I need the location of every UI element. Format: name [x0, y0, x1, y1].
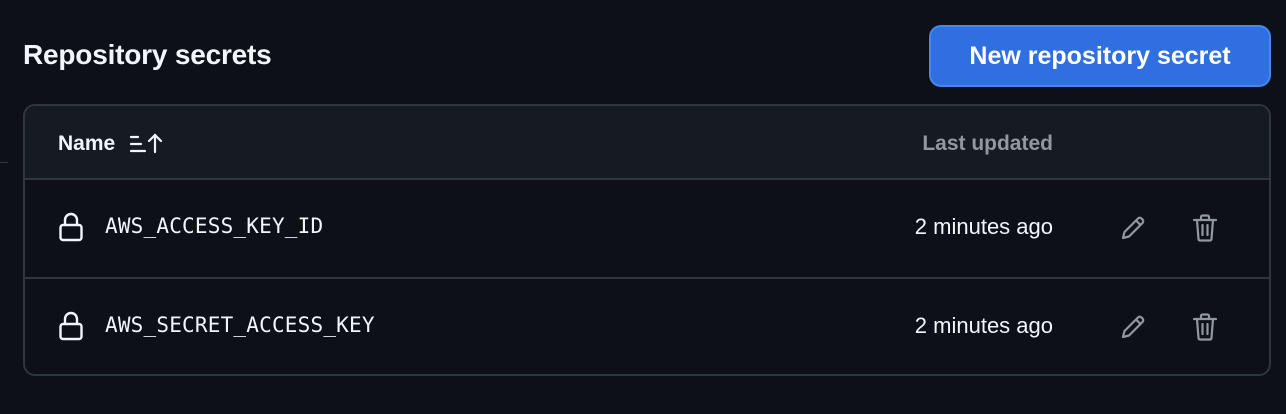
edit-secret-button[interactable] — [1115, 210, 1151, 246]
trash-icon — [1192, 313, 1218, 341]
lock-icon — [59, 311, 83, 341]
sidebar-divider — [0, 162, 8, 163]
lock-icon — [59, 212, 83, 242]
delete-secret-button[interactable] — [1187, 309, 1223, 345]
name-column-label: Name — [58, 132, 116, 155]
name-column-header[interactable]: Name — [58, 132, 163, 156]
secret-updated-time: 2 minutes ago — [914, 313, 1053, 338]
section-header: Repository secrets New repository secret — [23, 25, 1271, 89]
secrets-page: Repository secrets New repository secret… — [0, 0, 1286, 414]
pencil-icon — [1121, 315, 1145, 339]
secret-updated-time: 2 minutes ago — [914, 214, 1053, 239]
trash-icon — [1192, 214, 1218, 242]
delete-secret-button[interactable] — [1187, 210, 1223, 246]
pencil-icon — [1121, 216, 1145, 240]
sort-ascending-icon[interactable] — [129, 132, 163, 156]
secret-name: AWS_ACCESS_KEY_ID — [105, 214, 324, 238]
page-title: Repository secrets — [23, 39, 272, 70]
table-row: AWS_ACCESS_KEY_ID 2 minutes ago — [25, 180, 1269, 277]
secrets-table: Name Last updated AWS_ACCESS_KEY_ID 2 mi… — [23, 104, 1271, 376]
last-updated-column-header: Last updated — [922, 132, 1053, 155]
new-repository-secret-button[interactable]: New repository secret — [929, 25, 1271, 87]
table-row: AWS_SECRET_ACCESS_KEY 2 minutes ago — [25, 277, 1269, 374]
secret-name: AWS_SECRET_ACCESS_KEY — [105, 313, 375, 337]
edit-secret-button[interactable] — [1115, 309, 1151, 345]
table-header: Name Last updated — [25, 106, 1269, 180]
